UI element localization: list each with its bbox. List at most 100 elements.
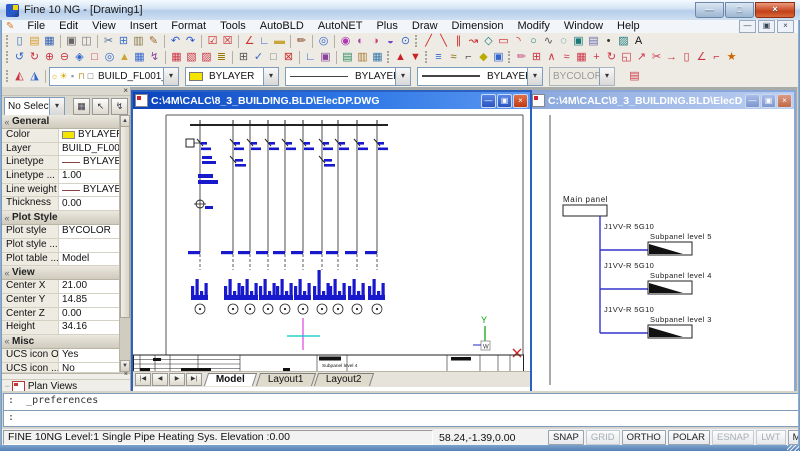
match-properties-icon[interactable]: ✎: [146, 34, 161, 48]
area-icon[interactable]: ▬: [272, 34, 287, 48]
command-input[interactable]: :: [3, 410, 800, 427]
property-row-ucs-icon-on[interactable]: UCS icon OnYes: [2, 349, 120, 363]
cut-icon[interactable]: ✂: [101, 34, 116, 48]
section-header-general[interactable]: «General: [2, 115, 120, 129]
block1-icon[interactable]: ▤: [340, 50, 355, 64]
menu-item-tools[interactable]: Tools: [213, 20, 253, 33]
lineweight-manager-icon[interactable]: ≈: [446, 50, 461, 64]
toggle-snap[interactable]: SNAP: [548, 430, 584, 445]
titlebar[interactable]: Fine 10 NG - [Drawing1] — □ ×: [0, 0, 800, 21]
paste-icon[interactable]: ▥: [131, 34, 146, 48]
property-row-plot-style[interactable]: Plot style ...: [2, 239, 120, 253]
construction-line-icon[interactable]: ╲: [436, 34, 451, 48]
ltscale-icon[interactable]: ⌐: [461, 50, 476, 64]
toggle-polar[interactable]: POLAR: [668, 430, 710, 445]
make-block-icon[interactable]: ▤: [586, 34, 601, 48]
section-header-misc[interactable]: «Misc: [2, 335, 120, 349]
hatch2-icon[interactable]: ▧: [184, 50, 199, 64]
draworder-down-icon[interactable]: ▼: [408, 50, 423, 64]
property-row-color[interactable]: ColorBYLAYER: [2, 129, 120, 143]
rotate-icon[interactable]: ↻: [604, 50, 619, 64]
scrollbar-thumb[interactable]: [120, 126, 130, 318]
menu-item-autobld[interactable]: AutoBLD: [253, 20, 311, 33]
color-manager-icon[interactable]: ◆: [476, 50, 491, 64]
line-icon[interactable]: ╱: [421, 34, 436, 48]
resize-grip[interactable]: [787, 445, 799, 451]
print-icon[interactable]: ▣: [64, 34, 79, 48]
xbox-icon[interactable]: ⊠: [281, 50, 296, 64]
new-icon[interactable]: ▯: [12, 34, 27, 48]
tab-prev-button[interactable]: ◀: [152, 373, 168, 386]
toggle-grid[interactable]: GRID: [586, 430, 620, 445]
toolbar-grip[interactable]: [6, 51, 8, 63]
property-row-center-z[interactable]: Center Z0.00: [2, 308, 120, 322]
mdi-close-button[interactable]: ×: [777, 20, 794, 33]
section-header-view[interactable]: «View: [2, 266, 120, 280]
table-icon[interactable]: ≣: [214, 50, 229, 64]
redo-icon[interactable]: ↷: [183, 34, 198, 48]
pattern-icon[interactable]: ▨: [199, 50, 214, 64]
zoom-dynamic-icon[interactable]: ◐: [353, 34, 368, 48]
close-button[interactable]: ×: [777, 94, 792, 108]
move-icon[interactable]: +: [589, 50, 604, 64]
circle-icon[interactable]: ○: [526, 34, 541, 48]
menu-item-insert[interactable]: Insert: [123, 20, 165, 33]
toggle-lwt[interactable]: LWT: [756, 430, 785, 445]
draworder-up-icon[interactable]: ▲: [393, 50, 408, 64]
menu-item-modify[interactable]: Modify: [511, 20, 557, 33]
close-icon[interactable]: ×: [124, 371, 128, 378]
aerial-view-icon[interactable]: ▲: [117, 50, 132, 64]
toolbar-grip[interactable]: [6, 35, 8, 47]
arc-icon[interactable]: ◝: [511, 34, 526, 48]
menu-item-format[interactable]: Format: [164, 20, 213, 33]
child-titlebar[interactable]: C:\4M\CALC\8_3_BUILDING.BLD\ElecDD.dwg —…: [530, 92, 794, 109]
zoom-window2-icon[interactable]: ◈: [72, 50, 87, 64]
layer-dropdown[interactable]: ☼☀▪⊓□ BUILD_FL001_US ▾: [49, 67, 179, 86]
hatch-icon[interactable]: ▨: [616, 34, 631, 48]
dline-icon[interactable]: ▦: [169, 50, 184, 64]
chevron-down-icon[interactable]: ▾: [49, 98, 64, 115]
drawing-canvas-elecdp[interactable]: YWSubpanel level 4: [133, 109, 530, 371]
match-layer-icon[interactable]: ◭: [12, 69, 27, 83]
minimize-button[interactable]: —: [745, 94, 760, 108]
color-dropdown[interactable]: BYLAYER ▾: [185, 67, 279, 86]
close-button[interactable]: ×: [513, 94, 528, 108]
break-icon[interactable]: ▯: [679, 50, 694, 64]
stretch-icon[interactable]: ↗: [634, 50, 649, 64]
menu-item-help[interactable]: Help: [610, 20, 647, 33]
regen-icon[interactable]: ↻: [27, 50, 42, 64]
zoom-in-icon[interactable]: ⊕: [42, 50, 57, 64]
menu-item-dimension[interactable]: Dimension: [445, 20, 511, 33]
property-row-plot-table[interactable]: Plot table ...Model: [2, 253, 120, 267]
menu-item-draw[interactable]: Draw: [405, 20, 445, 33]
ellipse-icon[interactable]: ◌: [556, 34, 571, 48]
property-row-linetype[interactable]: Linetype ...1.00: [2, 170, 120, 184]
palette-header[interactable]: ×: [2, 87, 130, 96]
angle-icon[interactable]: ∟: [257, 34, 272, 48]
menu-item-window[interactable]: Window: [557, 20, 610, 33]
copy-object-icon[interactable]: ⊞: [529, 50, 544, 64]
property-row-layer[interactable]: LayerBUILD_FL001_: [2, 143, 120, 157]
named-views-icon[interactable]: ▦: [132, 50, 147, 64]
quick-select-button[interactable]: ▦: [73, 98, 90, 115]
menu-item-edit[interactable]: Edit: [52, 20, 85, 33]
menu-item-view[interactable]: View: [85, 20, 123, 33]
array-icon[interactable]: ▦: [574, 50, 589, 64]
insert-block-icon[interactable]: ▣: [571, 34, 586, 48]
property-row-center-x[interactable]: Center X21.00: [2, 280, 120, 294]
properties-manager-icon[interactable]: ▣: [491, 50, 506, 64]
toolbar-grip[interactable]: [508, 51, 510, 63]
text-icon[interactable]: A: [631, 34, 646, 48]
check-icon[interactable]: ✓: [251, 50, 266, 64]
property-row-thickness[interactable]: Thickness0.00: [2, 197, 120, 211]
chamfer-icon[interactable]: ∠: [694, 50, 709, 64]
save-icon[interactable]: ▦: [42, 34, 57, 48]
restore-button[interactable]: ▣: [761, 94, 776, 108]
mdi-minimize-button[interactable]: —: [739, 20, 756, 33]
chevron-down-icon[interactable]: ▾: [263, 68, 278, 85]
block3-icon[interactable]: ▦: [370, 50, 385, 64]
print-preview-icon[interactable]: ◫: [79, 34, 94, 48]
erase-icon[interactable]: ✏: [514, 50, 529, 64]
chevron-down-icon[interactable]: ▾: [395, 68, 410, 85]
toggle-esnap[interactable]: ESNAP: [712, 430, 754, 445]
